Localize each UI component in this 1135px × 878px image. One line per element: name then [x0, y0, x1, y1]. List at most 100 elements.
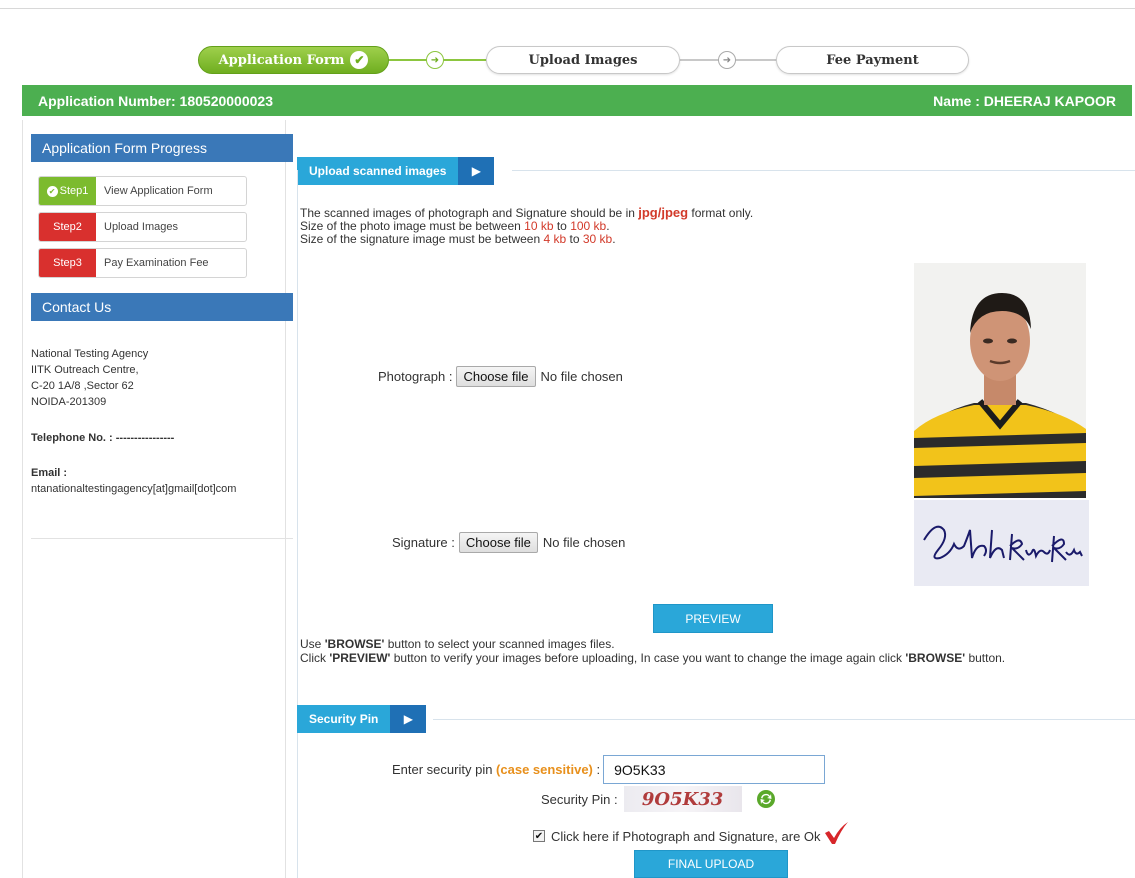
signature-upload-row: Signature : Choose file No file chosen — [392, 532, 625, 553]
signature-label: Signature : — [392, 535, 455, 550]
text: Size of the photo image must be between — [300, 219, 525, 233]
confirm-images-row: ✔ Click here if Photograph and Signature… — [533, 822, 849, 845]
step-badge: ✔ Step1 — [39, 177, 96, 205]
text: . — [612, 232, 616, 246]
note-line: Use 'BROWSE' button to select your scann… — [300, 637, 1135, 651]
size-highlight: 30 kb — [582, 232, 613, 246]
application-number: Application Number: 180520000023 — [38, 92, 273, 109]
photograph-label: Photograph : — [378, 369, 453, 384]
sidebar: Application Form Progress ✔ Step1 View Ap… — [22, 120, 293, 878]
play-arrow-icon: ▶ — [390, 705, 427, 733]
step-fee-payment[interactable]: Fee Payment — [776, 46, 969, 74]
check-circle-icon: ✔ — [46, 185, 58, 197]
checkmark-icon — [824, 822, 848, 844]
address-line: C-20 1A/8 ,Sector 62 — [31, 380, 134, 392]
email-label: Email : — [31, 467, 68, 479]
captcha-row: Security Pin : 9O5K33 — [541, 786, 776, 812]
address-line: National Testing Agency — [31, 348, 149, 360]
sidebar-item-view-application[interactable]: ✔ Step1 View Application Form — [38, 176, 247, 206]
upload-instructions: The scanned images of photograph and Sig… — [300, 206, 753, 246]
signature-image — [914, 500, 1089, 586]
security-section-header: Security Pin ▶ — [297, 705, 427, 733]
text: The scanned images of photograph and Sig… — [300, 206, 639, 220]
sidebar-item-label: Pay Examination Fee — [104, 257, 209, 269]
play-arrow-icon: ▶ — [458, 157, 495, 185]
case-sensitive-note: (case sensitive) — [496, 762, 593, 777]
contact-details: National Testing Agency IITK Outreach Ce… — [31, 346, 293, 497]
upload-notes: Use 'BROWSE' button to select your scann… — [300, 637, 1135, 665]
address-line: IITK Outreach Centre, — [31, 364, 139, 376]
size-highlight: 10 kb — [524, 219, 554, 233]
confirm-images-checkbox[interactable]: ✔ — [533, 830, 545, 842]
check-circle-icon: ✔ — [350, 51, 369, 69]
section-title: Security Pin — [297, 705, 391, 733]
instruction-line: The scanned images of photograph and Sig… — [300, 206, 753, 220]
candidate-name: Name : DHEERAJ KAPOOR — [933, 92, 1116, 109]
sidebar-item-label: Upload Images — [104, 221, 178, 233]
person-photo-image — [914, 263, 1086, 498]
instruction-line: Size of the signature image must be betw… — [300, 233, 753, 246]
photograph-upload-row: Photograph : Choose file No file chosen — [378, 366, 623, 387]
address-line: NOIDA-201309 — [31, 396, 107, 408]
final-upload-button[interactable]: FINAL UPLOAD — [634, 850, 788, 878]
colon: : — [592, 762, 601, 777]
step-label: Upload Images — [528, 52, 638, 68]
divider — [433, 719, 1135, 720]
divider — [512, 170, 1135, 171]
step-application-form[interactable]: Application Form ✔ — [198, 46, 389, 74]
sidebar-item-label: View Application Form — [104, 185, 213, 197]
format-highlight: jpg/jpeg — [638, 205, 689, 220]
refresh-icon[interactable] — [756, 789, 776, 809]
preview-button[interactable]: PREVIEW — [653, 604, 773, 633]
text: button to select your scanned images fil… — [384, 637, 615, 651]
step-label: Fee Payment — [826, 52, 919, 68]
step-upload-images[interactable]: Upload Images — [486, 46, 680, 74]
captcha-label: Security Pin : — [541, 791, 618, 807]
size-highlight: 100 kb — [570, 219, 607, 233]
sidebar-item-upload-images[interactable]: Step2 Upload Images — [38, 212, 247, 242]
photograph-preview — [914, 263, 1086, 498]
photograph-choose-file-button[interactable]: Choose file — [456, 366, 536, 387]
arrow-right-icon: ➜ — [718, 51, 736, 69]
text-bold: 'BROWSE' — [324, 637, 385, 651]
text-bold: 'PREVIEW' — [329, 651, 391, 665]
text: format only. — [688, 206, 754, 220]
signature-file-status: No file chosen — [542, 535, 626, 550]
signature-preview — [914, 500, 1089, 586]
confirm-images-label: Click here if Photograph and Signature, … — [551, 828, 821, 844]
step-badge-text: Step1 — [59, 185, 89, 197]
note-line: Click 'PREVIEW' button to verify your im… — [300, 651, 1135, 665]
text: Use — [300, 637, 325, 651]
text: Click — [300, 651, 330, 665]
step-badge: Step3 — [39, 249, 96, 277]
photograph-file-status: No file chosen — [540, 369, 623, 384]
captcha-image: 9O5K33 — [623, 786, 742, 812]
security-pin-entry-row: Enter security pin (case sensitive) : 9O… — [392, 755, 826, 784]
text: to — [566, 232, 583, 246]
section-title: Upload scanned images — [297, 157, 459, 185]
divider — [31, 538, 293, 539]
arrow-right-icon: ➜ — [426, 51, 444, 69]
text: . — [606, 219, 610, 233]
security-pin-input[interactable]: 9O5K33 — [603, 755, 826, 784]
divider — [297, 170, 298, 710]
security-pin-label: Enter security pin — [392, 762, 497, 777]
text: Size of the signature image must be betw… — [300, 232, 544, 246]
text: button. — [965, 651, 1006, 665]
upload-section-header: Upload scanned images ▶ — [297, 157, 495, 185]
application-header: Application Number: 180520000023 Name : … — [22, 85, 1132, 116]
contact-panel-title: Contact Us — [31, 293, 293, 321]
size-highlight: 4 kb — [543, 232, 567, 246]
text: button to verify your images before uplo… — [390, 651, 906, 665]
email-value: ntanationaltestingagency[at]gmail[dot]co… — [31, 483, 237, 495]
text-bold: 'BROWSE' — [905, 651, 966, 665]
telephone: Telephone No. : ---------------- — [31, 432, 175, 444]
top-divider — [0, 8, 1135, 9]
signature-choose-file-button[interactable]: Choose file — [458, 532, 538, 553]
text: to — [553, 219, 571, 233]
sidebar-item-pay-fee[interactable]: Step3 Pay Examination Fee — [38, 248, 247, 278]
step-label: Application Form — [218, 52, 345, 68]
progress-steps: Application Form ✔ ➜ Upload Images ➜ Fee… — [0, 42, 1135, 76]
progress-panel-title: Application Form Progress — [31, 134, 293, 162]
divider — [297, 733, 298, 878]
